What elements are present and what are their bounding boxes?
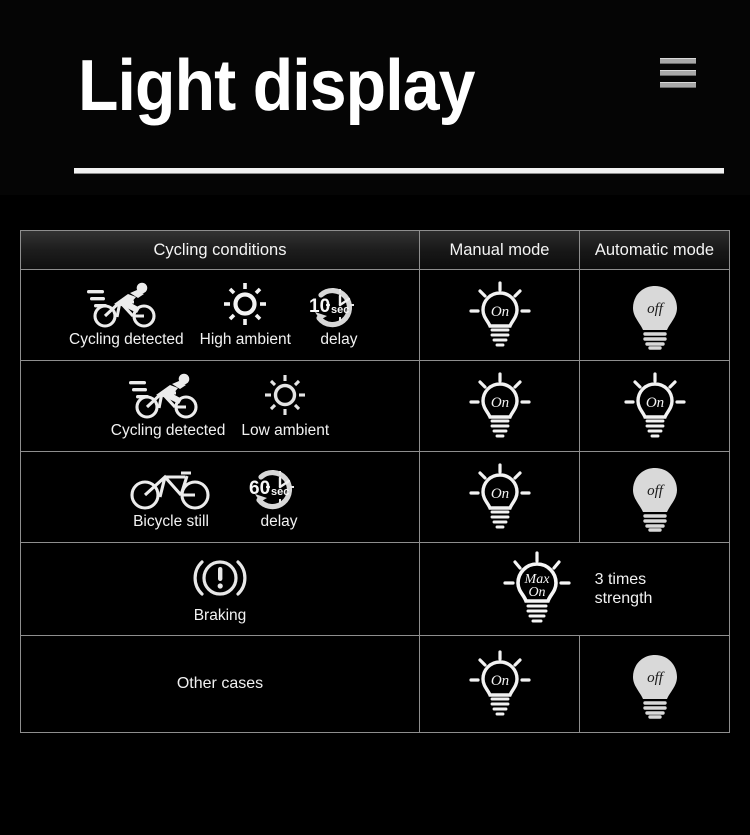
sun-dim-icon (260, 373, 310, 419)
cyclist-moving-icon (87, 282, 165, 328)
bulb-state-label: off (647, 670, 665, 686)
table-header-row: Cycling conditions Manual mode Automatic… (21, 231, 729, 270)
braking-strength-note: 3 times strength (594, 571, 653, 607)
condition-label: Braking (193, 606, 247, 624)
svg-text:sec: sec (271, 486, 289, 498)
condition-delay-60sec: 60 sec delay (247, 464, 311, 531)
cell-automatic-mode: off (580, 452, 729, 542)
cell-cycling-conditions: Cycling detected (21, 361, 420, 451)
condition-cycling-detected: Cycling detected (110, 373, 226, 440)
cyclist-moving-icon (129, 373, 207, 419)
header-divider (74, 168, 724, 174)
condition-cycling-detected: Cycling detected (69, 282, 184, 349)
bulb-off-icon: off (624, 647, 686, 721)
cell-cycling-conditions: Braking (21, 543, 420, 635)
bulb-state-label: off (647, 301, 665, 317)
cell-manual-mode: On (420, 452, 580, 542)
hamburger-bar-2 (660, 70, 696, 76)
bulb-off-icon: off (624, 460, 686, 534)
hamburger-menu-icon[interactable] (660, 58, 696, 88)
bulb-max-on-icon: Max On (497, 549, 577, 629)
table-row: Cycling detected (21, 361, 729, 452)
bulb-on-icon: On (463, 369, 537, 443)
column-header-label: Manual mode (449, 240, 550, 259)
condition-label: Cycling detected (110, 421, 226, 439)
bulb-state-label: On (490, 304, 508, 320)
page-header: Light display (0, 0, 750, 195)
condition-low-ambient: Low ambient (241, 373, 329, 440)
table-row: Cycling detected (21, 270, 729, 361)
cell-manual-mode: On (420, 361, 580, 451)
bulb-on-icon: On (463, 460, 537, 534)
column-header-manual-mode: Manual mode (420, 231, 580, 269)
column-header-label: Automatic mode (594, 240, 715, 259)
svg-text:sec: sec (331, 304, 349, 316)
cell-cycling-conditions: Other cases (21, 636, 420, 732)
condition-label: Bicycle still (133, 512, 209, 530)
bulb-state-label: On (490, 486, 508, 502)
table-row: Bicycle still 60 sec delay On off (21, 452, 729, 543)
cell-manual-mode: On (420, 636, 580, 732)
clock-delay-icon: 60 sec (247, 464, 311, 510)
bulb-on-icon: On (463, 278, 537, 352)
bulb-state-label: off (647, 483, 665, 499)
bulb-on-icon: On (618, 369, 692, 443)
condition-label: Other cases (176, 675, 264, 692)
bulb-state-label-line2: On (528, 585, 545, 600)
svg-text:10: 10 (309, 296, 330, 317)
cell-automatic-mode: off (580, 636, 729, 732)
condition-label: Low ambient (241, 421, 330, 439)
clock-delay-icon: 10 sec (307, 282, 371, 328)
page-title: Light display (78, 46, 475, 126)
bulb-state-label: On (490, 395, 508, 411)
bulb-off-icon: off (624, 278, 686, 352)
hamburger-bar-1 (660, 58, 696, 64)
bulb-on-icon: On (463, 647, 537, 721)
condition-braking: Braking (192, 554, 248, 625)
cell-automatic-mode: On (580, 361, 729, 451)
cell-braking-merged-modes: Max On 3 times strength (420, 543, 729, 635)
condition-high-ambient: High ambient (200, 282, 291, 349)
condition-label: delay (320, 330, 358, 348)
cell-cycling-conditions: Bicycle still 60 sec delay (21, 452, 420, 542)
cell-cycling-conditions: Cycling detected (21, 270, 420, 360)
svg-text:60: 60 (249, 478, 270, 499)
bicycle-icon (129, 464, 213, 510)
condition-label: Cycling detected (69, 330, 184, 348)
table-row: Braking Max On 3 times strength (21, 543, 729, 636)
cell-manual-mode: On (420, 270, 580, 360)
bulb-state-label: On (645, 395, 663, 411)
column-header-label: Cycling conditions (153, 240, 287, 259)
condition-delay-10sec: 10 sec delay (307, 282, 371, 349)
column-header-automatic-mode: Automatic mode (580, 231, 729, 269)
hamburger-bar-3 (660, 82, 696, 88)
brake-warning-icon (192, 554, 248, 604)
cell-automatic-mode: off (580, 270, 729, 360)
light-display-table: Cycling conditions Manual mode Automatic… (20, 230, 730, 733)
condition-label: High ambient (199, 330, 291, 348)
bulb-state-label: On (490, 673, 508, 689)
condition-label: delay (260, 512, 298, 530)
sun-bright-icon (220, 282, 270, 328)
column-header-cycling-conditions: Cycling conditions (21, 231, 420, 269)
table-row: Other cases On off (21, 636, 729, 732)
condition-bicycle-still: Bicycle still (129, 464, 213, 531)
